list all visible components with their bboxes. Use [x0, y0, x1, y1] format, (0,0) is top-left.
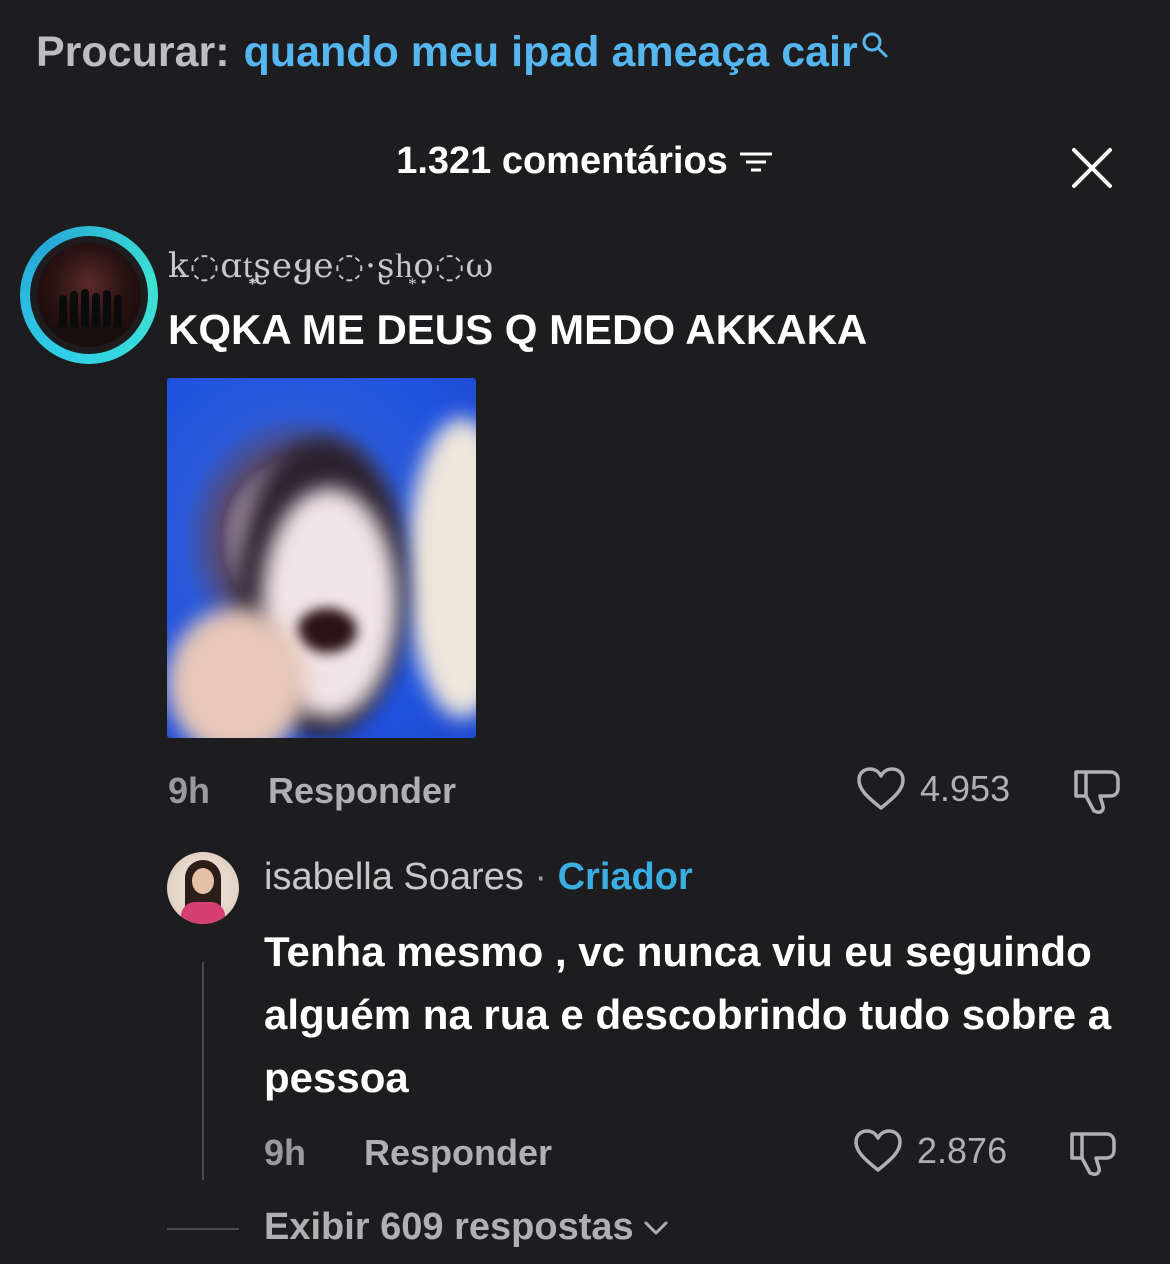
- creator-badge: Criador: [557, 856, 693, 898]
- reply-button[interactable]: Responder: [364, 1132, 552, 1174]
- like-count: 4.953: [920, 768, 1011, 809]
- reply-username-text[interactable]: isabella Soares: [264, 856, 524, 898]
- search-row[interactable]: Procurar: quando meu ipad ameaça cair: [36, 28, 890, 84]
- comment-time: 9h: [168, 770, 211, 811]
- comment-username[interactable]: k◌ɑt͎͙ʂeყe◌·ʂh͙ọ◌ω: [168, 246, 494, 286]
- chevron-down-icon: [644, 1221, 668, 1234]
- show-replies-button[interactable]: Exibir 609 respostas: [264, 1206, 670, 1249]
- reply-username[interactable]: isabella Soares · Criador: [264, 856, 693, 899]
- search-icon[interactable]: [860, 30, 890, 60]
- heart-icon: [857, 767, 905, 810]
- search-query-link[interactable]: quando meu ipad ameaça cair: [244, 28, 858, 77]
- comment-text: KQKA ME DEUS Q MEDO AKKAKA: [168, 306, 868, 353]
- thread-line: [202, 962, 204, 1180]
- like-count: 2.876: [917, 1130, 1008, 1171]
- comments-header: 1.321 comentários: [0, 140, 1170, 183]
- comment-gif-image[interactable]: [167, 378, 476, 738]
- like-button[interactable]: 2.876: [853, 1128, 1007, 1174]
- reply-button[interactable]: Responder: [268, 770, 456, 812]
- reply-time: 9h: [264, 1132, 307, 1173]
- like-button[interactable]: 4.953: [856, 766, 1010, 812]
- dislike-icon[interactable]: [1070, 766, 1124, 816]
- show-replies-label: Exibir 609 respostas: [264, 1206, 634, 1248]
- filter-icon[interactable]: [738, 147, 774, 177]
- avatar[interactable]: [167, 852, 239, 924]
- dislike-icon[interactable]: [1066, 1128, 1120, 1178]
- comments-count-title: 1.321 comentários: [396, 140, 728, 182]
- close-icon[interactable]: [1068, 144, 1116, 192]
- reply-text: Tenha mesmo , vc nunca viu eu seguindo a…: [264, 928, 1112, 1101]
- heart-icon: [854, 1129, 902, 1172]
- search-label: Procurar:: [36, 28, 230, 76]
- username-separator: ·: [523, 856, 558, 898]
- replies-divider: [167, 1228, 239, 1230]
- avatar[interactable]: [20, 226, 158, 364]
